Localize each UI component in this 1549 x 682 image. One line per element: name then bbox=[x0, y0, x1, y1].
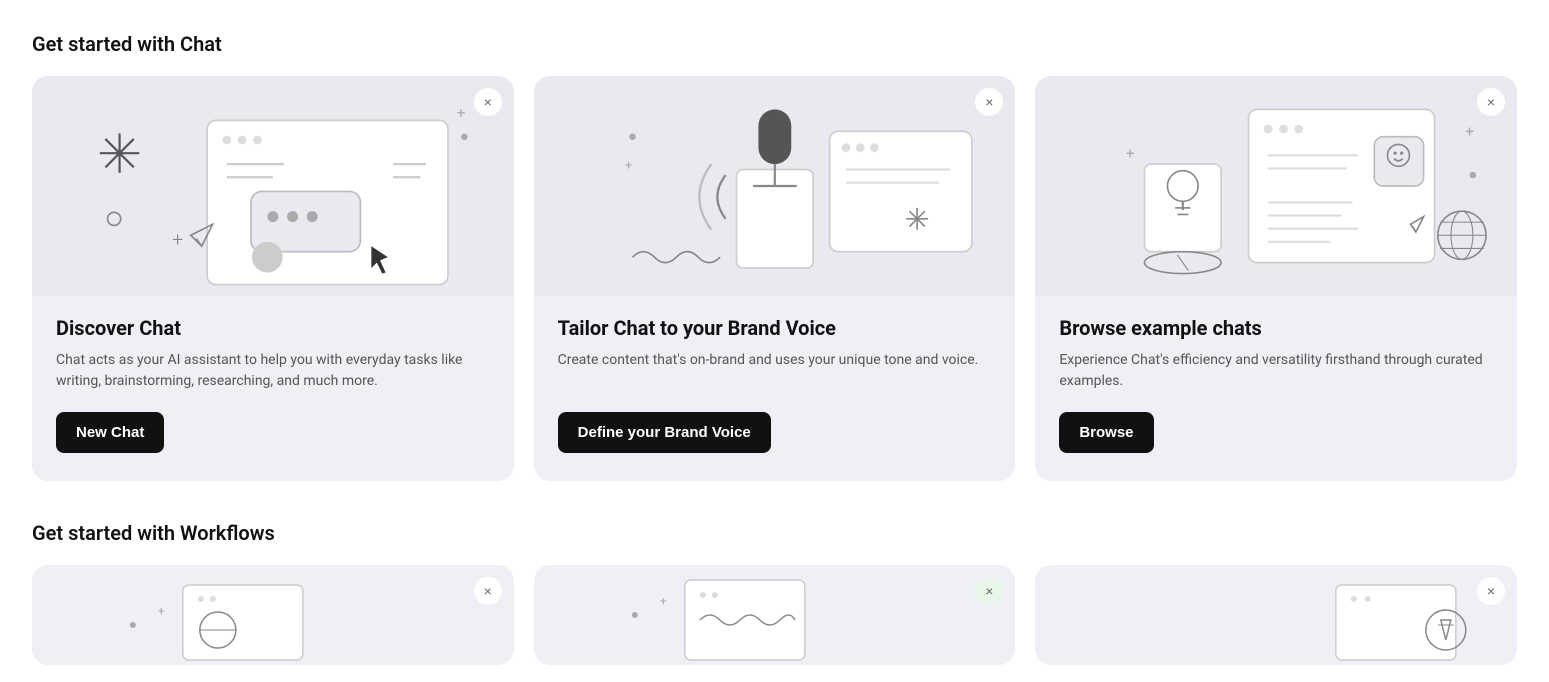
discover-chat-illustration: × + bbox=[32, 76, 514, 296]
brand-voice-illustration: × + + bbox=[534, 76, 1016, 296]
browse-chats-body: Browse example chats Experience Chat's e… bbox=[1035, 296, 1517, 481]
workflow-1-close-button[interactable]: × bbox=[474, 577, 502, 605]
workflows-cards-row: × + × + × bbox=[32, 565, 1517, 665]
workflow-card-1: × + bbox=[32, 565, 514, 665]
browse-chats-illustration: × + + bbox=[1035, 76, 1517, 296]
discover-chat-close-button[interactable]: × bbox=[474, 88, 502, 116]
svg-text:+: + bbox=[625, 159, 632, 174]
browse-chats-card: × + + bbox=[1035, 76, 1517, 481]
brand-voice-heading: Tailor Chat to your Brand Voice bbox=[558, 316, 992, 340]
svg-text:+: + bbox=[158, 604, 165, 618]
discover-chat-card: × + bbox=[32, 76, 514, 481]
workflow-card-2: × + bbox=[534, 565, 1016, 665]
svg-text:+: + bbox=[172, 228, 183, 251]
discover-chat-body: Discover Chat Chat acts as your AI assis… bbox=[32, 296, 514, 481]
svg-text:+: + bbox=[457, 104, 466, 122]
svg-text:+: + bbox=[659, 594, 666, 608]
define-brand-voice-button[interactable]: Define your Brand Voice bbox=[558, 412, 771, 453]
chat-cards-row: × + bbox=[32, 76, 1517, 481]
brand-voice-card: × + + bbox=[534, 76, 1016, 481]
workflow-3-close-button[interactable]: × bbox=[1477, 577, 1505, 605]
browse-chats-close-button[interactable]: × bbox=[1477, 88, 1505, 116]
new-chat-button[interactable]: New Chat bbox=[56, 412, 164, 453]
browse-button[interactable]: Browse bbox=[1059, 412, 1153, 453]
workflow-card-3: × bbox=[1035, 565, 1517, 665]
chat-section-title: Get started with Chat bbox=[32, 32, 1517, 56]
browse-chats-heading: Browse example chats bbox=[1059, 316, 1493, 340]
svg-text:+: + bbox=[1126, 145, 1135, 163]
svg-text:+: + bbox=[1466, 123, 1475, 141]
workflows-section-title: Get started with Workflows bbox=[32, 521, 1517, 545]
brand-voice-desc: Create content that's on-brand and uses … bbox=[558, 350, 992, 392]
discover-chat-desc: Chat acts as your AI assistant to help y… bbox=[56, 350, 490, 392]
browse-chats-desc: Experience Chat's efficiency and versati… bbox=[1059, 350, 1493, 392]
discover-chat-heading: Discover Chat bbox=[56, 316, 490, 340]
brand-voice-body: Tailor Chat to your Brand Voice Create c… bbox=[534, 296, 1016, 481]
